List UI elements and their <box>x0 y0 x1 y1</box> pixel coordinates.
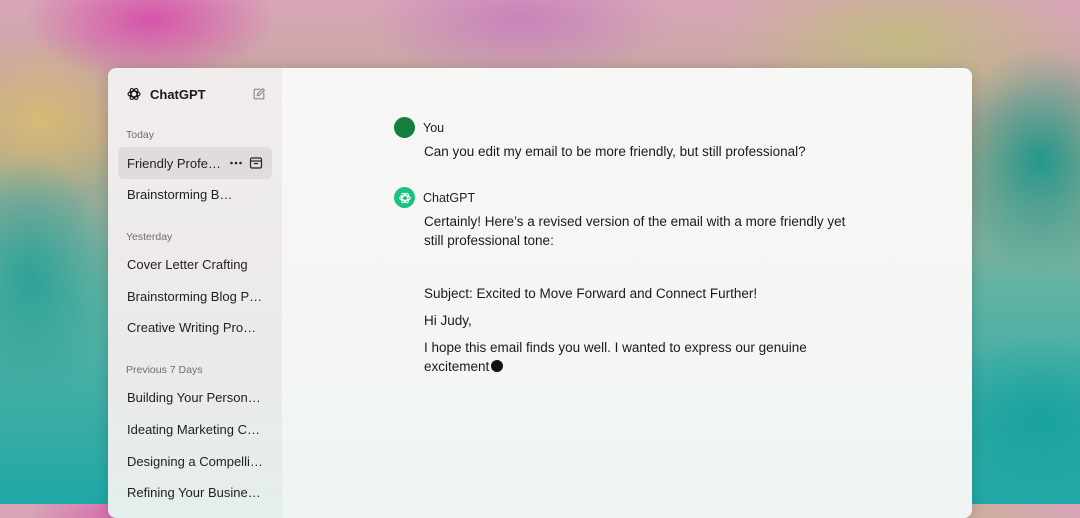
user-message-text: Can you edit my email to be more friendl… <box>424 144 806 159</box>
app-title: ChatGPT <box>150 86 206 102</box>
email-subject: Subject: Excited to Move Forward and Con… <box>424 286 758 301</box>
chat-item-cover-letter-crafting[interactable]: Cover Letter Crafting <box>118 248 272 280</box>
openai-logo-icon <box>127 88 141 100</box>
chat-item-brainstorming-blog-post-ideas[interactable]: Brainstorming Blog Post Ideas <box>118 280 272 312</box>
chat-item-designing-compelling-pitch[interactable]: Designing a Compelling Pitch <box>118 445 272 477</box>
chat-item-label: Brainstorming Blog Ideas <box>127 186 233 202</box>
chat-item-label: Designing a Compelling Pitch <box>127 453 267 469</box>
openai-logo-icon <box>398 192 411 203</box>
edit-icon[interactable] <box>252 87 266 101</box>
chat-item-ideating-marketing-campaigns[interactable]: Ideating Marketing Campaigns <box>118 413 272 445</box>
chat-item-label: Creative Writing Prompts <box>127 319 265 335</box>
chat-item-refining-business-plan[interactable]: Refining Your Business Plan <box>118 476 272 508</box>
chat-main: You Can you edit my email to be more fri… <box>282 68 972 518</box>
chat-item-creative-writing-prompts[interactable]: Creative Writing Prompts <box>118 311 272 343</box>
section-label-previous-7-days: Previous 7 Days <box>126 364 203 376</box>
section-label-yesterday: Yesterday <box>126 231 173 243</box>
chat-item-friendly-professional-email[interactable]: Friendly Professional Email <box>118 147 272 179</box>
chat-item-label: Cover Letter Crafting <box>127 256 248 272</box>
email-paragraph-wrap: I hope this email finds you well. I want… <box>424 338 824 376</box>
email-paragraph: I hope this email finds you well. I want… <box>424 340 807 374</box>
typing-cursor <box>491 360 504 372</box>
chat-item-brainstorming-blog-ideas[interactable]: Brainstorming Blog Ideas <box>118 178 272 210</box>
more-horizontal-icon[interactable] <box>229 156 243 170</box>
email-greeting: Hi Judy, <box>424 313 472 328</box>
assistant-message: ChatGPT Certainly! Here’s a revised vers… <box>394 187 854 376</box>
archive-icon[interactable] <box>249 156 263 170</box>
chat-item-building-personal-brand[interactable]: Building Your Personal Brand <box>118 381 272 413</box>
chat-item-label: Ideating Marketing Campaigns <box>127 421 265 437</box>
chat-item-label: Building Your Personal Brand <box>127 389 267 405</box>
assistant-intro: Certainly! Here’s a revised version of t… <box>424 214 846 248</box>
sidebar-header[interactable]: ChatGPT <box>126 86 206 102</box>
message-author: You <box>423 120 445 135</box>
user-avatar <box>394 117 415 138</box>
user-message: You Can you edit my email to be more fri… <box>394 117 854 161</box>
message-author: ChatGPT <box>423 190 476 205</box>
chat-item-label: Brainstorming Blog Post Ideas <box>127 288 267 304</box>
section-label-today: Today <box>126 129 155 141</box>
assistant-avatar <box>394 187 415 208</box>
sidebar: ChatGPT Today Friendly Professional Emai… <box>108 68 282 518</box>
chat-item-label: Friendly Professional Email <box>127 155 223 171</box>
app-window: ChatGPT Today Friendly Professional Emai… <box>108 68 972 518</box>
chat-item-label: Refining Your Business Plan <box>127 484 263 500</box>
